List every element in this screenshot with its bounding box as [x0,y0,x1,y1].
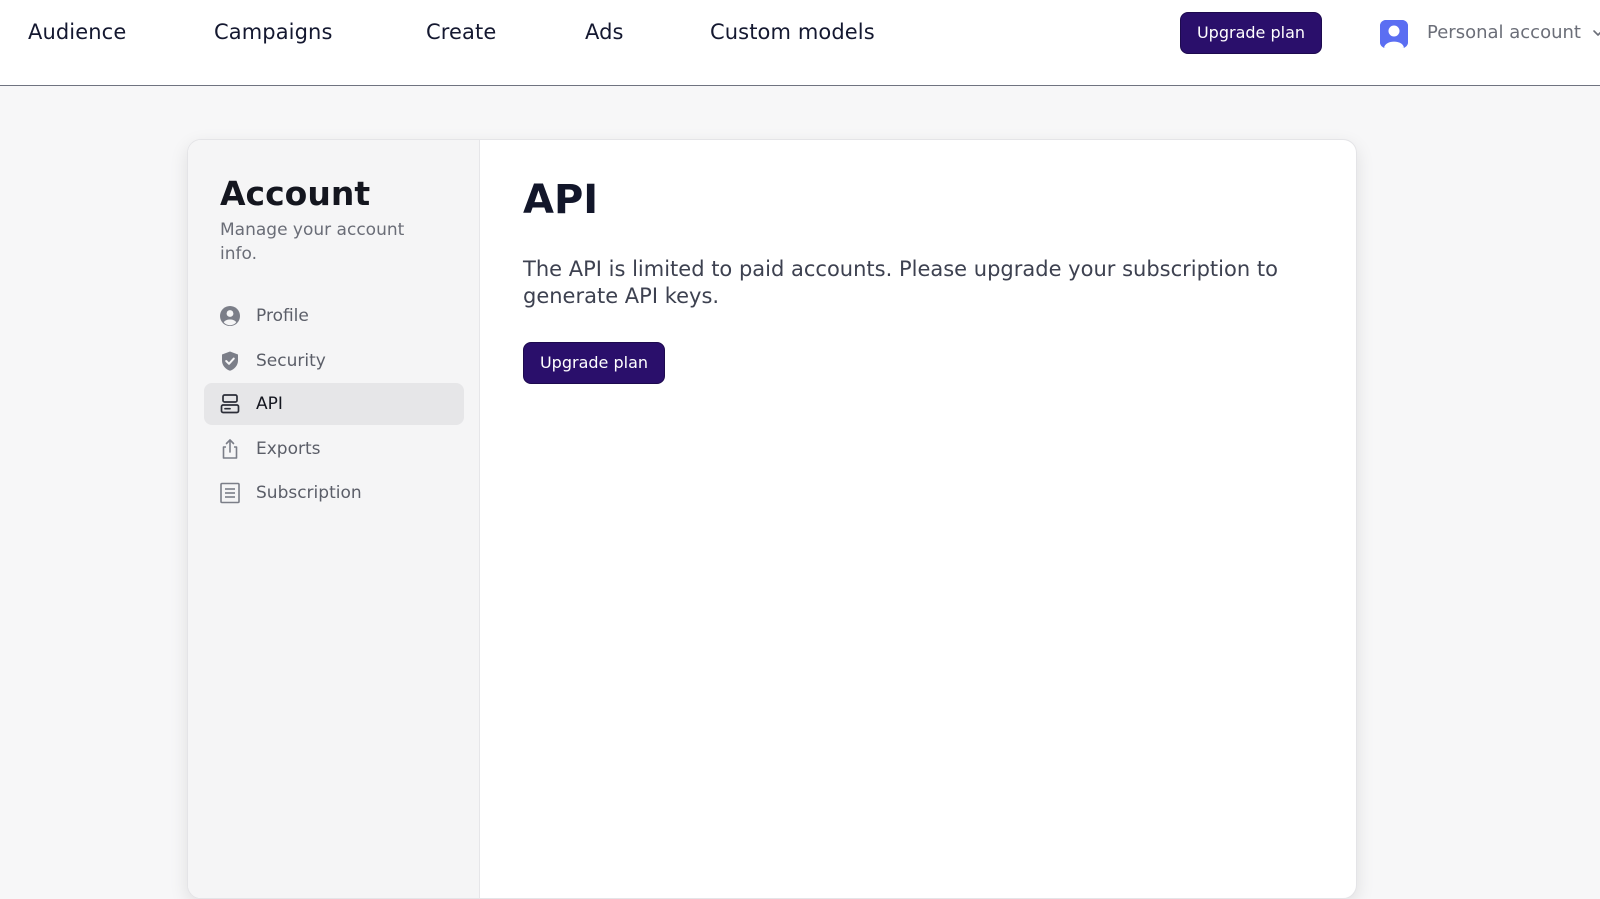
api-limit-message: The API is limited to paid accounts. Ple… [523,257,1278,308]
sidebar-item-label: Security [256,351,326,371]
api-panel: API The API is limited to paid accounts.… [480,140,1356,898]
sidebar-item-label: Exports [256,439,321,459]
account-settings-card: Account Manage your account info. Profil… [187,139,1357,899]
sidebar-item-label: Subscription [256,483,362,503]
server-icon [220,394,240,414]
nav-custom-models[interactable]: Custom models [710,18,875,46]
nav-create[interactable]: Create [426,18,496,46]
sidebar-item-api[interactable]: API [204,383,464,425]
nav-ads[interactable]: Ads [585,18,624,46]
upgrade-plan-button-header[interactable]: Upgrade plan [1180,12,1322,54]
sidebar-subtitle: Manage your account info. [220,220,405,264]
avatar [1380,20,1408,48]
user-avatar-icon [1380,20,1408,48]
user-circle-icon [220,306,240,326]
receipt-icon [220,482,240,504]
chevron-down-icon [1593,30,1600,36]
account-sidebar: Account Manage your account info. Profil… [188,140,480,898]
nav-campaigns[interactable]: Campaigns [214,18,333,46]
sidebar-title: Account [220,174,371,213]
upgrade-plan-button[interactable]: Upgrade plan [523,342,665,384]
shield-check-icon [222,351,238,371]
page-title: API [523,177,599,223]
sidebar-item-label: Profile [256,306,309,326]
account-label: Personal account [1427,22,1581,43]
account-switcher[interactable]: Personal account [1377,17,1600,49]
sidebar-item-subscription[interactable]: Subscription [204,472,464,514]
sidebar-item-profile[interactable]: Profile [204,295,464,337]
sidebar-item-security[interactable]: Security [204,340,464,382]
top-navigation: Audience Campaigns Create Ads Custom mod… [0,0,1600,86]
sidebar-item-exports[interactable]: Exports [204,428,464,470]
share-icon [222,439,238,459]
nav-audience[interactable]: Audience [28,18,126,46]
sidebar-item-label: API [256,394,283,414]
